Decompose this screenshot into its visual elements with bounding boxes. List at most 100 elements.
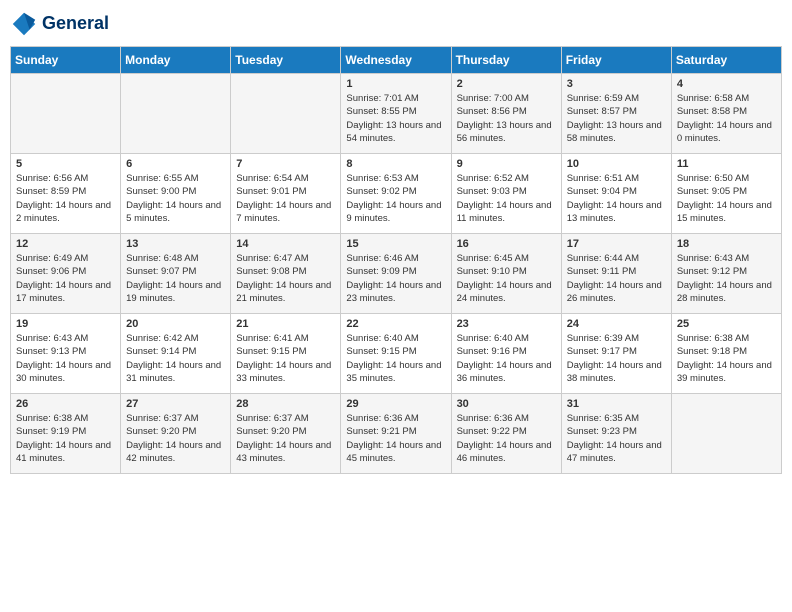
page-header: General: [10, 10, 782, 38]
day-info: Sunrise: 6:46 AM Sunset: 9:09 PM Dayligh…: [346, 252, 445, 305]
day-info: Sunrise: 6:36 AM Sunset: 9:22 PM Dayligh…: [457, 412, 556, 465]
calendar-cell: [231, 74, 341, 154]
calendar-cell: 27 Sunrise: 6:37 AM Sunset: 9:20 PM Dayli…: [121, 394, 231, 474]
day-number: 5: [16, 158, 115, 170]
day-info: Sunrise: 6:44 AM Sunset: 9:11 PM Dayligh…: [567, 252, 666, 305]
day-number: 28: [236, 398, 335, 410]
logo-icon: [10, 10, 38, 38]
day-number: 9: [457, 158, 556, 170]
calendar-cell: 25 Sunrise: 6:38 AM Sunset: 9:18 PM Dayli…: [671, 314, 781, 394]
day-info: Sunrise: 6:38 AM Sunset: 9:19 PM Dayligh…: [16, 412, 115, 465]
calendar-cell: [121, 74, 231, 154]
day-info: Sunrise: 6:55 AM Sunset: 9:00 PM Dayligh…: [126, 172, 225, 225]
day-info: Sunrise: 6:47 AM Sunset: 9:08 PM Dayligh…: [236, 252, 335, 305]
calendar-cell: 6 Sunrise: 6:55 AM Sunset: 9:00 PM Daylig…: [121, 154, 231, 234]
calendar-cell: [671, 394, 781, 474]
day-info: Sunrise: 6:56 AM Sunset: 8:59 PM Dayligh…: [16, 172, 115, 225]
calendar-cell: 15 Sunrise: 6:46 AM Sunset: 9:09 PM Dayli…: [341, 234, 451, 314]
logo-text: General: [42, 14, 109, 34]
day-info: Sunrise: 6:45 AM Sunset: 9:10 PM Dayligh…: [457, 252, 556, 305]
day-number: 3: [567, 78, 666, 90]
calendar-cell: 11 Sunrise: 6:50 AM Sunset: 9:05 PM Dayli…: [671, 154, 781, 234]
calendar-cell: [11, 74, 121, 154]
day-number: 16: [457, 238, 556, 250]
calendar-cell: 23 Sunrise: 6:40 AM Sunset: 9:16 PM Dayli…: [451, 314, 561, 394]
calendar-cell: 22 Sunrise: 6:40 AM Sunset: 9:15 PM Dayli…: [341, 314, 451, 394]
day-info: Sunrise: 6:43 AM Sunset: 9:13 PM Dayligh…: [16, 332, 115, 385]
day-number: 8: [346, 158, 445, 170]
day-info: Sunrise: 6:37 AM Sunset: 9:20 PM Dayligh…: [236, 412, 335, 465]
day-info: Sunrise: 7:01 AM Sunset: 8:55 PM Dayligh…: [346, 92, 445, 145]
calendar-cell: 8 Sunrise: 6:53 AM Sunset: 9:02 PM Daylig…: [341, 154, 451, 234]
calendar-cell: 30 Sunrise: 6:36 AM Sunset: 9:22 PM Dayli…: [451, 394, 561, 474]
day-number: 24: [567, 318, 666, 330]
day-info: Sunrise: 6:37 AM Sunset: 9:20 PM Dayligh…: [126, 412, 225, 465]
day-number: 31: [567, 398, 666, 410]
day-info: Sunrise: 6:48 AM Sunset: 9:07 PM Dayligh…: [126, 252, 225, 305]
day-number: 2: [457, 78, 556, 90]
calendar-cell: 1 Sunrise: 7:01 AM Sunset: 8:55 PM Daylig…: [341, 74, 451, 154]
calendar-cell: 29 Sunrise: 6:36 AM Sunset: 9:21 PM Dayli…: [341, 394, 451, 474]
day-info: Sunrise: 6:40 AM Sunset: 9:15 PM Dayligh…: [346, 332, 445, 385]
day-number: 21: [236, 318, 335, 330]
day-number: 25: [677, 318, 776, 330]
day-info: Sunrise: 7:00 AM Sunset: 8:56 PM Dayligh…: [457, 92, 556, 145]
header-wednesday: Wednesday: [341, 47, 451, 74]
day-info: Sunrise: 6:42 AM Sunset: 9:14 PM Dayligh…: [126, 332, 225, 385]
day-number: 26: [16, 398, 115, 410]
day-number: 12: [16, 238, 115, 250]
calendar-cell: 12 Sunrise: 6:49 AM Sunset: 9:06 PM Dayli…: [11, 234, 121, 314]
day-number: 27: [126, 398, 225, 410]
day-info: Sunrise: 6:50 AM Sunset: 9:05 PM Dayligh…: [677, 172, 776, 225]
header-thursday: Thursday: [451, 47, 561, 74]
calendar-cell: 24 Sunrise: 6:39 AM Sunset: 9:17 PM Dayli…: [561, 314, 671, 394]
calendar-cell: 14 Sunrise: 6:47 AM Sunset: 9:08 PM Dayli…: [231, 234, 341, 314]
day-number: 19: [16, 318, 115, 330]
calendar-cell: 17 Sunrise: 6:44 AM Sunset: 9:11 PM Dayli…: [561, 234, 671, 314]
calendar-cell: 26 Sunrise: 6:38 AM Sunset: 9:19 PM Dayli…: [11, 394, 121, 474]
header-monday: Monday: [121, 47, 231, 74]
calendar-cell: 2 Sunrise: 7:00 AM Sunset: 8:56 PM Daylig…: [451, 74, 561, 154]
logo: General: [10, 10, 109, 38]
day-number: 15: [346, 238, 445, 250]
day-number: 10: [567, 158, 666, 170]
header-saturday: Saturday: [671, 47, 781, 74]
day-number: 6: [126, 158, 225, 170]
calendar-cell: 13Sunrise: 6:48 AM Sunset: 9:07 PM Dayli…: [121, 234, 231, 314]
day-number: 29: [346, 398, 445, 410]
day-number: 23: [457, 318, 556, 330]
calendar-cell: 28 Sunrise: 6:37 AM Sunset: 9:20 PM Dayli…: [231, 394, 341, 474]
day-number: 30: [457, 398, 556, 410]
day-number: 22: [346, 318, 445, 330]
day-number: 7: [236, 158, 335, 170]
day-info: Sunrise: 6:40 AM Sunset: 9:16 PM Dayligh…: [457, 332, 556, 385]
day-info: Sunrise: 6:49 AM Sunset: 9:06 PM Dayligh…: [16, 252, 115, 305]
day-info: Sunrise: 6:36 AM Sunset: 9:21 PM Dayligh…: [346, 412, 445, 465]
day-number: 11: [677, 158, 776, 170]
calendar-cell: 10Sunrise: 6:51 AM Sunset: 9:04 PM Dayli…: [561, 154, 671, 234]
day-info: Sunrise: 6:41 AM Sunset: 9:15 PM Dayligh…: [236, 332, 335, 385]
calendar-cell: 19 Sunrise: 6:43 AM Sunset: 9:13 PM Dayli…: [11, 314, 121, 394]
calendar-cell: 31Sunrise: 6:35 AM Sunset: 9:23 PM Dayli…: [561, 394, 671, 474]
calendar-cell: 5 Sunrise: 6:56 AM Sunset: 8:59 PM Daylig…: [11, 154, 121, 234]
day-info: Sunrise: 6:52 AM Sunset: 9:03 PM Dayligh…: [457, 172, 556, 225]
day-info: Sunrise: 6:39 AM Sunset: 9:17 PM Dayligh…: [567, 332, 666, 385]
day-info: Sunrise: 6:53 AM Sunset: 9:02 PM Dayligh…: [346, 172, 445, 225]
calendar-table: SundayMondayTuesdayWednesdayThursdayFrid…: [10, 46, 782, 474]
header-friday: Friday: [561, 47, 671, 74]
calendar-cell: 3 Sunrise: 6:59 AM Sunset: 8:57 PM Daylig…: [561, 74, 671, 154]
header-sunday: Sunday: [11, 47, 121, 74]
calendar-cell: 18 Sunrise: 6:43 AM Sunset: 9:12 PM Dayli…: [671, 234, 781, 314]
day-info: Sunrise: 6:59 AM Sunset: 8:57 PM Dayligh…: [567, 92, 666, 145]
calendar-cell: 20 Sunrise: 6:42 AM Sunset: 9:14 PM Dayli…: [121, 314, 231, 394]
day-number: 20: [126, 318, 225, 330]
day-number: 18: [677, 238, 776, 250]
day-number: 14: [236, 238, 335, 250]
day-info: Sunrise: 6:58 AM Sunset: 8:58 PM Dayligh…: [677, 92, 776, 145]
day-info: Sunrise: 6:43 AM Sunset: 9:12 PM Dayligh…: [677, 252, 776, 305]
day-number: 1: [346, 78, 445, 90]
day-info: Sunrise: 6:38 AM Sunset: 9:18 PM Dayligh…: [677, 332, 776, 385]
day-number: 17: [567, 238, 666, 250]
day-info: Sunrise: 6:54 AM Sunset: 9:01 PM Dayligh…: [236, 172, 335, 225]
calendar-cell: 16 Sunrise: 6:45 AM Sunset: 9:10 PM Dayli…: [451, 234, 561, 314]
